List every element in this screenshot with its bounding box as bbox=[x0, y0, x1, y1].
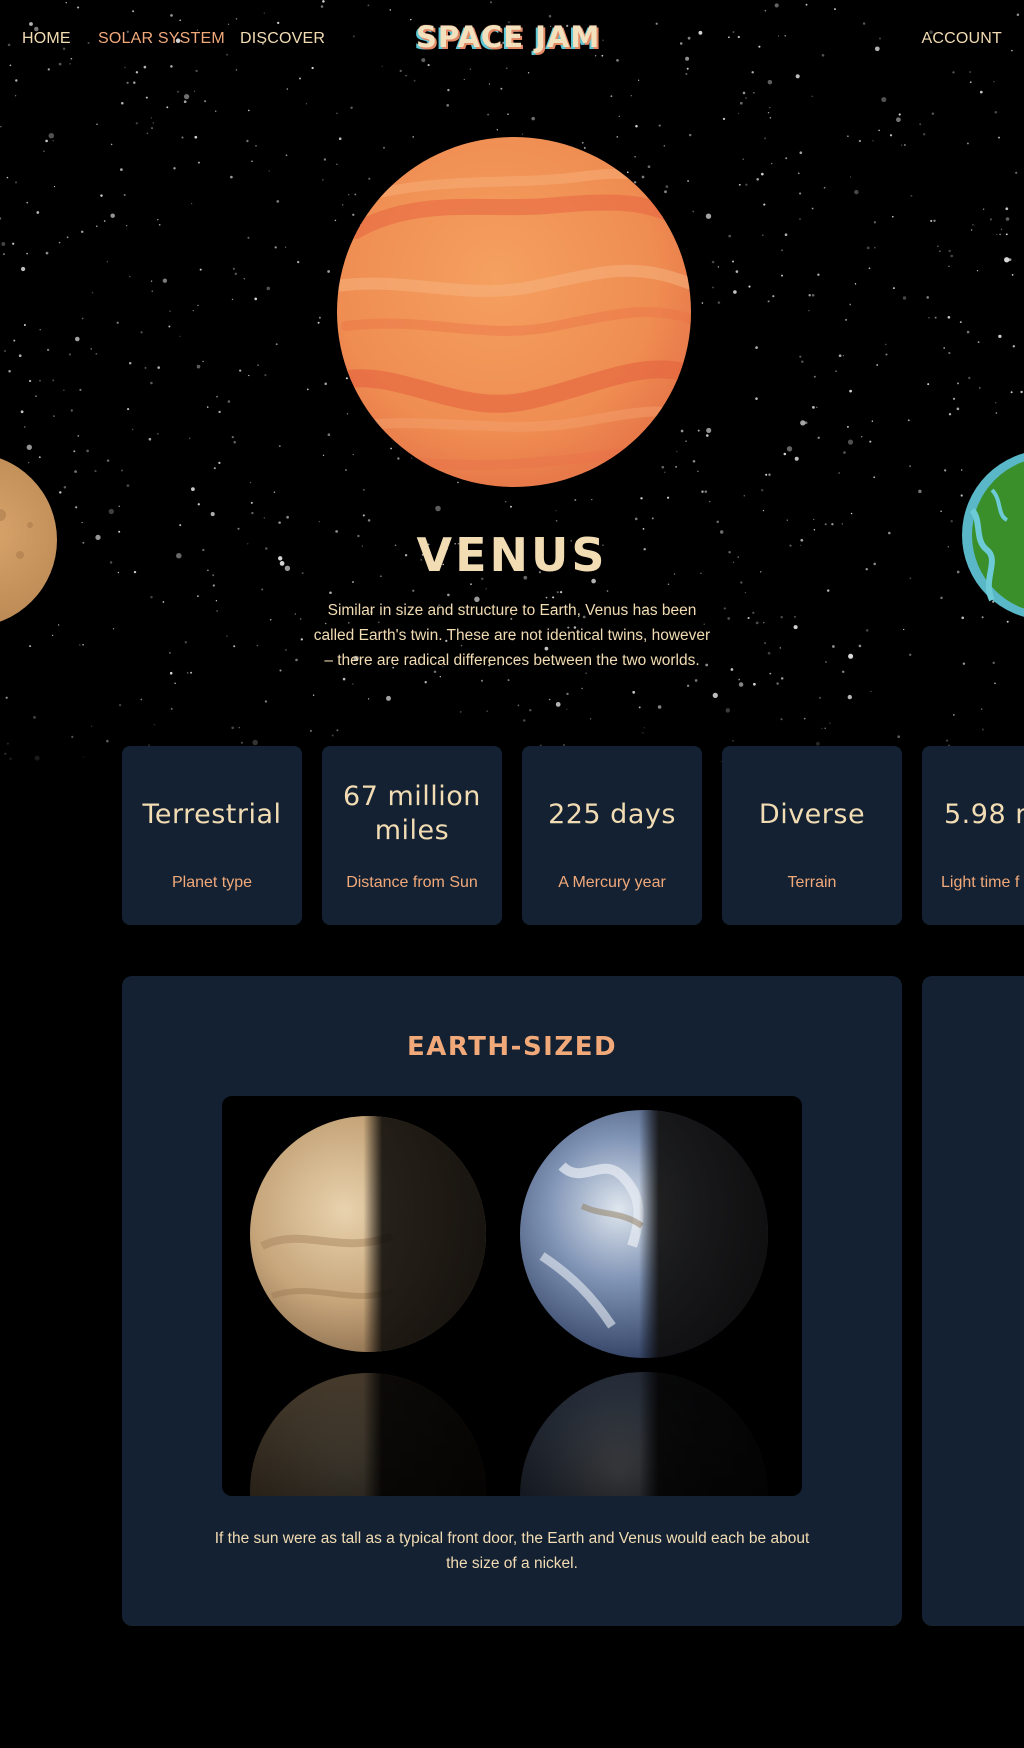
stat-label: Distance from Sun bbox=[346, 874, 478, 891]
stat-card-light-time: 5.98 m Light time f bbox=[922, 746, 1024, 925]
stat-value: 5.98 m bbox=[944, 799, 1024, 830]
stat-value: 67 million miles bbox=[343, 781, 481, 846]
stat-card-distance: 67 million miles Distance from Sun bbox=[322, 746, 502, 925]
feature-caption: If the sun were as tall as a typical fro… bbox=[214, 1530, 810, 1572]
stat-card-terrain: Diverse Terrain bbox=[722, 746, 902, 925]
stat-label: Terrain bbox=[787, 874, 837, 891]
hero-section: HOME SOLAR SYSTEM DISCOVER SPACE JAM ACC… bbox=[0, 0, 1024, 770]
stat-card-year: 225 days A Mercury year bbox=[522, 746, 702, 925]
site-logo[interactable]: SPACE JAM bbox=[416, 20, 600, 54]
nav-discover-link[interactable]: DISCOVER bbox=[240, 30, 325, 48]
stat-card-planet-type: Terrestrial Planet type bbox=[122, 746, 302, 925]
planet-title: VENUS bbox=[416, 528, 608, 582]
top-nav: HOME SOLAR SYSTEM DISCOVER SPACE JAM ACC… bbox=[0, 0, 1024, 80]
nav-solar-system-link[interactable]: SOLAR SYSTEM bbox=[98, 30, 225, 48]
planet-description: Similar in size and structure to Earth, … bbox=[313, 602, 711, 669]
feature-card: EARTH-SIZED If the sun were as tall as a… bbox=[122, 976, 902, 1626]
stats-row: Terrestrial Planet type 67 million miles… bbox=[122, 746, 1024, 926]
venus-earth-comparison-image bbox=[222, 1096, 802, 1496]
stat-value: Terrestrial bbox=[142, 799, 282, 830]
stat-label: Planet type bbox=[171, 874, 253, 891]
venus-planet-icon bbox=[337, 137, 691, 487]
stat-label: A Mercury year bbox=[558, 874, 666, 891]
stat-value: 225 days bbox=[548, 799, 676, 830]
feature-title: EARTH-SIZED bbox=[406, 1032, 618, 1062]
nav-account-link[interactable]: ACCOUNT bbox=[921, 30, 1002, 48]
next-feature-card[interactable] bbox=[922, 976, 1024, 1626]
stat-value: Diverse bbox=[758, 799, 866, 830]
stat-label: Light time f bbox=[941, 874, 1020, 891]
nav-home-link[interactable]: HOME bbox=[22, 30, 71, 48]
